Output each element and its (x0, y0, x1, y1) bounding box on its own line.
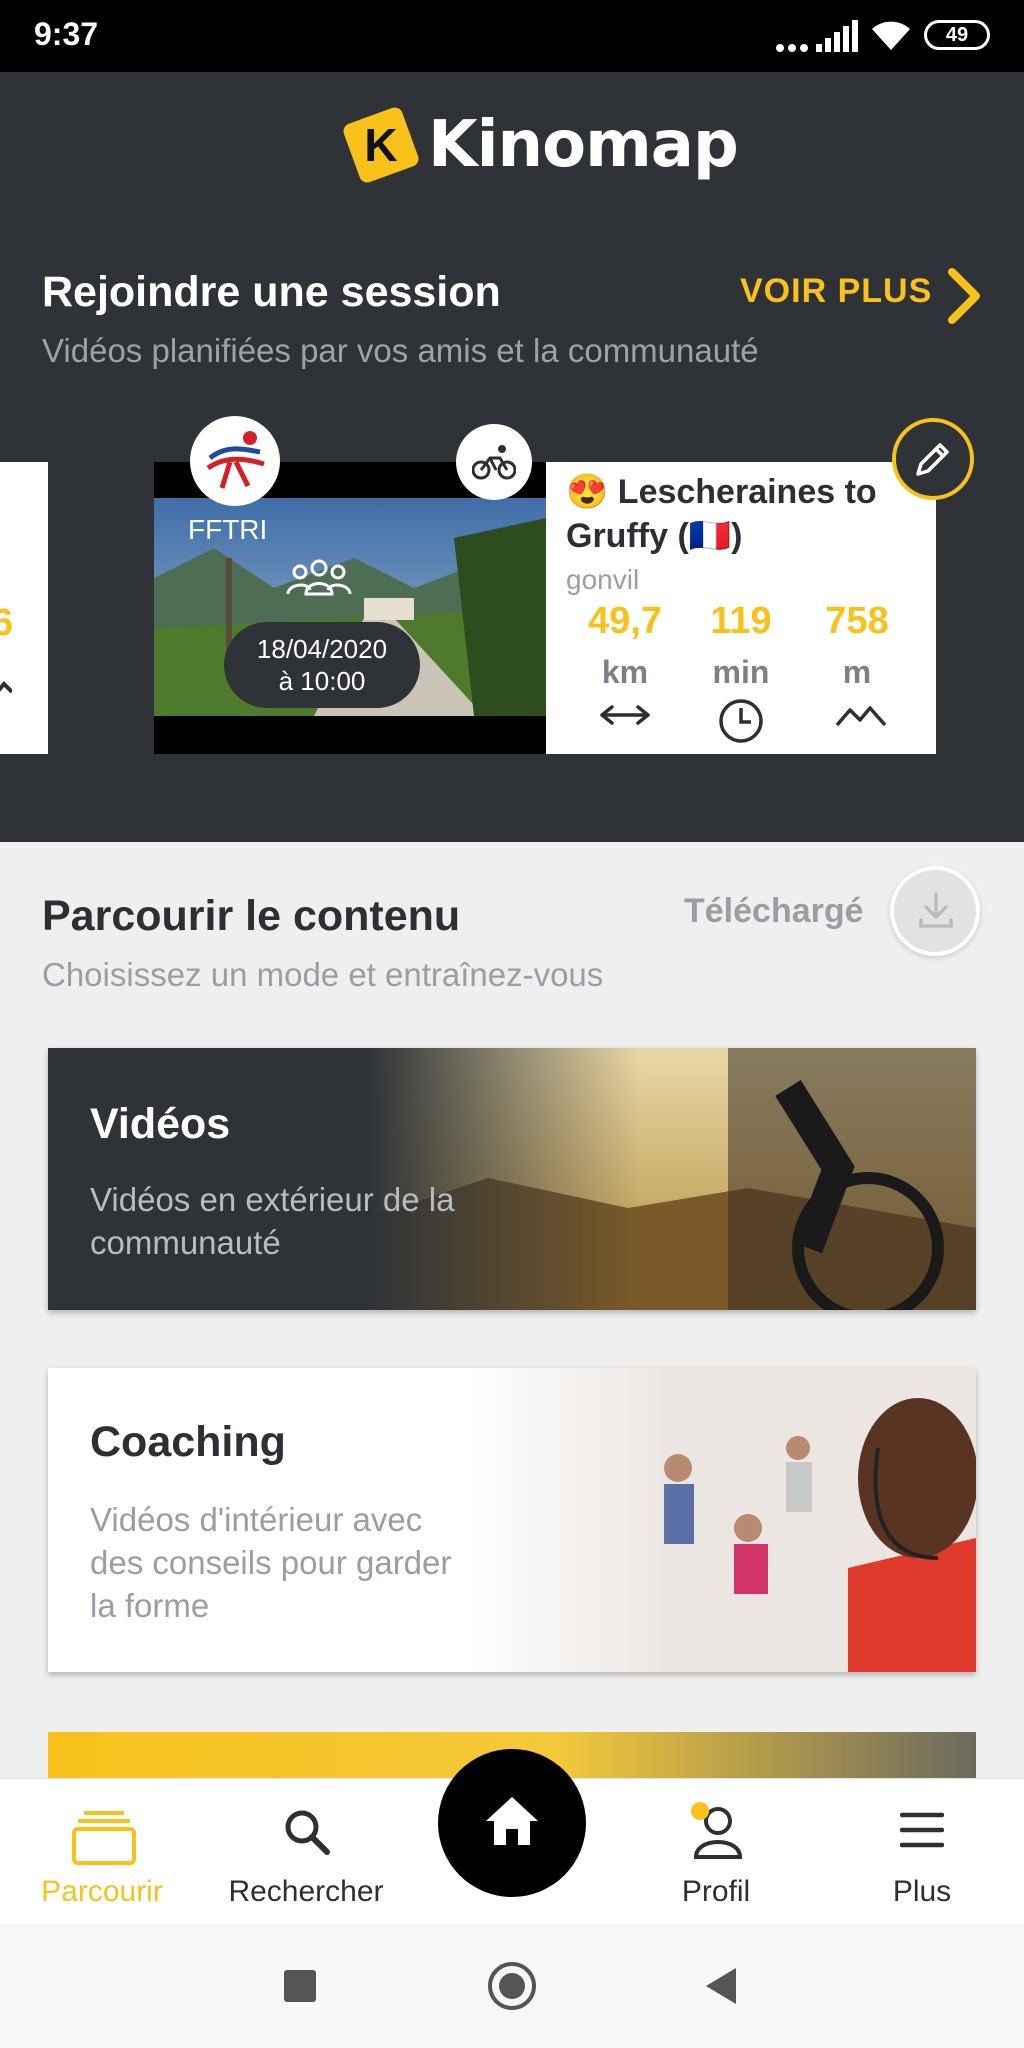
stat-distance-unit: km (601, 654, 649, 690)
mode-videos-subtitle: Vidéos en extérieur de la communauté (90, 1178, 454, 1264)
prev-card-stat: 6 (0, 602, 14, 644)
stat-duration-value: 119 (710, 600, 772, 642)
session-time: à 10:00 (278, 666, 366, 696)
clock-icon (719, 699, 763, 743)
browse-subtitle: Choisissez un mode et entraînez-vous (42, 956, 604, 993)
mode-coaching-title: Coaching (90, 1418, 286, 1466)
logo-k-badge: K (341, 105, 421, 185)
organizer-name: FFTRI (188, 514, 268, 545)
download-icon (919, 892, 953, 928)
signal-dots-icon (776, 40, 810, 58)
nav-label-profil: Profil (681, 1875, 751, 1908)
back-system-button[interactable] (704, 1966, 738, 2006)
system-navigation-bar (0, 1924, 1024, 2048)
nav-label-parcourir: Parcourir (41, 1875, 163, 1908)
cyclist-outdoor-image (368, 1048, 976, 1310)
user-icon (691, 1802, 743, 1859)
menu-icon (900, 1812, 944, 1848)
mode-videos-title: Vidéos (90, 1100, 231, 1148)
bottom-navigation: Parcourir Rechercher Profil Plus (0, 1749, 1024, 1925)
edit-session-button[interactable] (892, 418, 974, 500)
mode-videos-subtitle-line1: Vidéos en extérieur de la (90, 1181, 455, 1218)
session-title-emoji: 😍 (566, 473, 609, 511)
pencil-icon (916, 443, 949, 476)
downloaded-button[interactable] (890, 866, 980, 956)
logo-letter: K (364, 119, 398, 171)
logo-text: Kinomap (428, 108, 739, 182)
stat-elevation-value: 758 (825, 600, 889, 642)
session-card[interactable]: FFTRI 18/04/2020 à 10:00 😍 Lescheraines … (154, 416, 974, 754)
nav-item-parcourir[interactable]: Parcourir (12, 1779, 192, 1925)
sessions-title: Rejoindre une session (42, 268, 501, 316)
session-date: 18/04/2020 (256, 634, 388, 664)
nav-label-plus: Plus (892, 1875, 952, 1908)
session-author: gonvil (566, 564, 640, 595)
status-bar: 9:37 49 (0, 0, 1024, 72)
cyclist-icon (472, 445, 516, 480)
nav-item-plus[interactable]: Plus (832, 1779, 1012, 1925)
wifi-icon (870, 18, 912, 57)
sessions-subtitle: Vidéos planifiées par vos amis et la com… (42, 332, 759, 369)
nav-item-profil[interactable]: Profil (626, 1779, 806, 1925)
elevation-icon (0, 681, 12, 694)
home-system-button[interactable] (488, 1962, 536, 2010)
mode-coaching-subtitle-line3: la forme (90, 1587, 210, 1624)
kinomap-logo: K Kinomap (340, 104, 739, 188)
nav-item-home[interactable] (438, 1749, 586, 1897)
stat-duration-unit: min (712, 654, 770, 690)
mode-coaching-subtitle-line2: des conseils pour garder (90, 1544, 452, 1581)
stat-elevation-unit: m (842, 654, 872, 690)
home-icon (486, 1797, 538, 1845)
organizer-avatar[interactable] (190, 416, 280, 506)
nav-label-rechercher: Rechercher (228, 1875, 384, 1908)
coaching-indoor-image (468, 1368, 976, 1672)
battery-icon: 49 (924, 20, 990, 50)
session-info-panel: 😍 Lescheraines to Gruffy (🇫🇷) gonvil 49,… (546, 462, 936, 754)
see-more-label: VOIR PLUS (740, 272, 933, 310)
browse-title: Parcourir le contenu (42, 892, 461, 940)
triathlon-runner-icon (206, 431, 265, 489)
stack-icon (72, 1811, 136, 1865)
search-icon (285, 1810, 330, 1855)
mode-card-videos[interactable]: Vidéos Vidéos en extérieur de la communa… (48, 1048, 976, 1310)
session-datetime-badge: 18/04/2020 à 10:00 (224, 622, 420, 708)
session-thumbnail: FFTRI 18/04/2020 à 10:00 (154, 462, 546, 754)
previous-session-card[interactable]: 6 (0, 462, 48, 754)
mode-coaching-subtitle: Vidéos d'intérieur avec des conseils pou… (90, 1498, 451, 1627)
see-more-button[interactable]: VOIR PLUS (740, 266, 990, 324)
distance-arrows-icon (600, 705, 650, 725)
group-icon (286, 559, 352, 596)
session-title-text: Lescheraines to Gruffy (🇫🇷) (566, 473, 877, 555)
session-title: 😍 Lescheraines to Gruffy (🇫🇷) (566, 470, 906, 558)
mode-coaching-subtitle-line1: Vidéos d'intérieur avec (90, 1501, 423, 1538)
elevation-icon (835, 706, 887, 727)
status-time: 9:37 (34, 16, 99, 52)
cell-signal-icon (816, 20, 858, 57)
downloaded-label: Téléchargé (684, 892, 864, 930)
battery-level: 49 (945, 24, 969, 46)
mode-videos-subtitle-line2: communauté (90, 1224, 281, 1261)
bike-sport-badge (456, 424, 532, 500)
recents-button[interactable] (284, 1970, 316, 2002)
nav-item-rechercher[interactable]: Rechercher (216, 1779, 396, 1925)
chevron-right-icon (948, 268, 980, 324)
mode-card-coaching[interactable]: Coaching Vidéos d'intérieur avec des con… (48, 1368, 976, 1672)
stat-distance-value: 49,7 (588, 600, 662, 642)
